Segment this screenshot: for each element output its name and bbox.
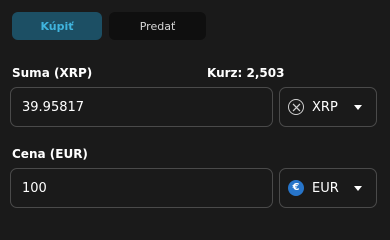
price-input[interactable]	[11, 180, 272, 196]
price-currency-label: EUR	[312, 180, 339, 196]
price-field[interactable]	[10, 168, 273, 208]
amount-input[interactable]	[11, 99, 272, 115]
exchange-rate: Kurz: 2,503	[207, 66, 285, 80]
amount-field[interactable]	[10, 87, 273, 127]
amount-currency-label: XRP	[312, 99, 338, 115]
tab-buy[interactable]: Kúpiť	[12, 12, 102, 40]
euro-icon: €	[288, 180, 304, 196]
amount-label: Suma (XRP)	[12, 66, 93, 80]
tab-sell[interactable]: Predať	[109, 12, 206, 40]
trade-panel: Kúpiť Predať Suma (XRP) Kurz: 2,503 XRP …	[0, 0, 390, 217]
chevron-down-icon	[354, 186, 362, 191]
price-label: Cena (EUR)	[12, 147, 88, 161]
xrp-icon	[288, 99, 304, 115]
chevron-down-icon	[354, 105, 362, 110]
amount-currency-select[interactable]: XRP	[279, 87, 377, 127]
price-currency-select[interactable]: € EUR	[279, 168, 377, 208]
trade-tabs: Kúpiť Predať	[12, 12, 206, 40]
